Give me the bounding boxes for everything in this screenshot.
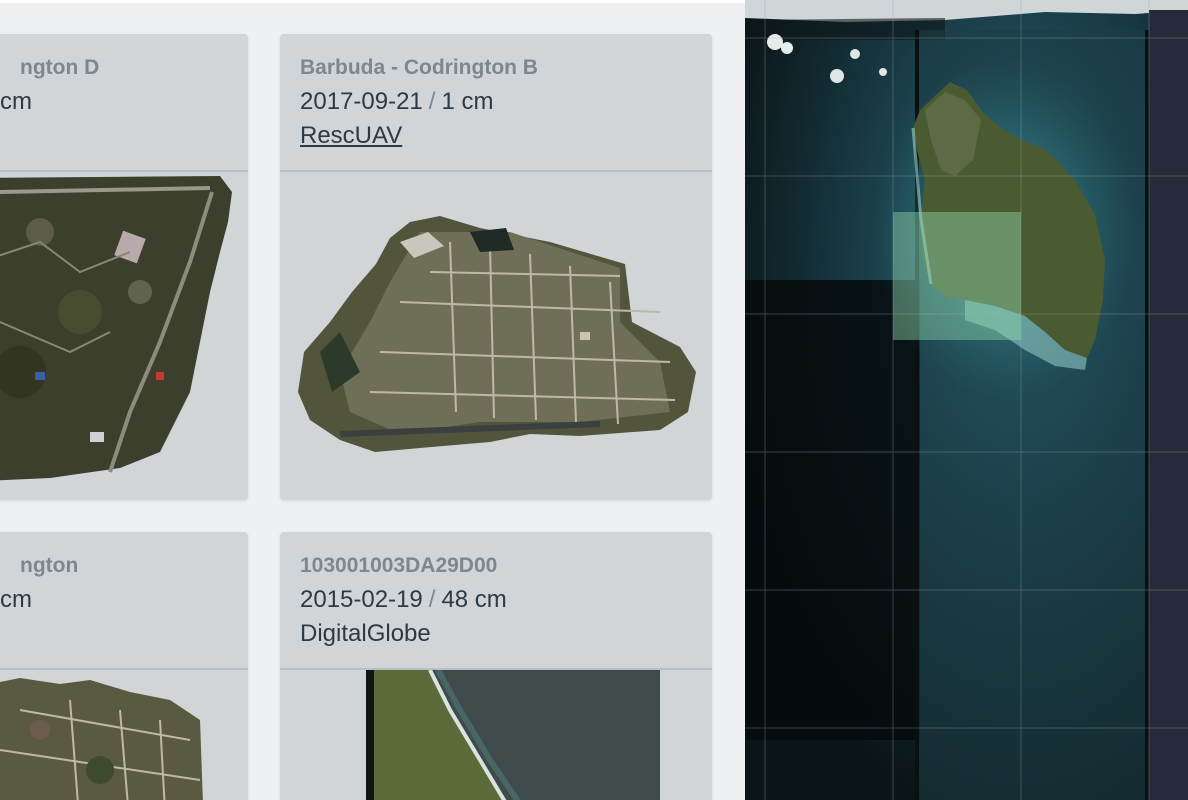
provider-name: DigitalGlobe [300, 620, 431, 647]
meta-separator: / [428, 88, 436, 115]
card-meta: cm [0, 586, 32, 614]
thumbnail-image [0, 678, 203, 800]
card-meta: 2017-09-21/1 cm [300, 88, 493, 116]
card-header: ngton D cm [0, 34, 248, 172]
card-title: Barbuda - Codrington B [300, 56, 538, 79]
card-resolution: 48 cm [441, 586, 507, 613]
card-meta: cm [0, 88, 32, 116]
satellite-map [745, 0, 1188, 800]
thumbnail-image [298, 216, 696, 452]
card-date: 2015-02-19 [300, 586, 423, 613]
card-title: 103001003DA29D00 [300, 554, 498, 577]
imagery-card[interactable]: Barbuda - Codrington B 2017-09-21/1 cm R… [280, 34, 712, 500]
panel-top-border [0, 0, 745, 3]
selected-tile-highlight[interactable] [893, 212, 1021, 340]
imagery-card[interactable]: ngton D cm [0, 34, 248, 500]
thumbnail-image [366, 670, 660, 800]
card-thumbnail[interactable] [280, 670, 712, 800]
card-header: 103001003DA29D00 2015-02-19/48 cm Digita… [280, 532, 712, 670]
card-thumbnail[interactable] [0, 670, 248, 800]
card-resolution: cm [0, 88, 32, 115]
results-panel: ngton D cm Barbuda - Codrington B 2017-0… [0, 0, 745, 800]
card-date: 2017-09-21 [300, 88, 423, 115]
thumbnail-image [0, 176, 232, 481]
card-title: ngton [20, 554, 79, 577]
card-title: ngton D [20, 56, 100, 79]
imagery-card[interactable]: 103001003DA29D00 2015-02-19/48 cm Digita… [280, 532, 712, 800]
meta-separator: / [428, 586, 436, 613]
card-resolution: cm [0, 586, 32, 613]
card-thumbnail[interactable] [0, 172, 248, 500]
card-header: ngton cm [0, 532, 248, 670]
card-header: Barbuda - Codrington B 2017-09-21/1 cm R… [280, 34, 712, 172]
card-thumbnail[interactable] [280, 172, 712, 500]
map-view[interactable] [745, 0, 1188, 800]
card-resolution: 1 cm [441, 88, 494, 115]
provider-link[interactable]: RescUAV [300, 122, 402, 150]
card-meta: 2015-02-19/48 cm [300, 586, 507, 614]
imagery-card[interactable]: ngton cm [0, 532, 248, 800]
